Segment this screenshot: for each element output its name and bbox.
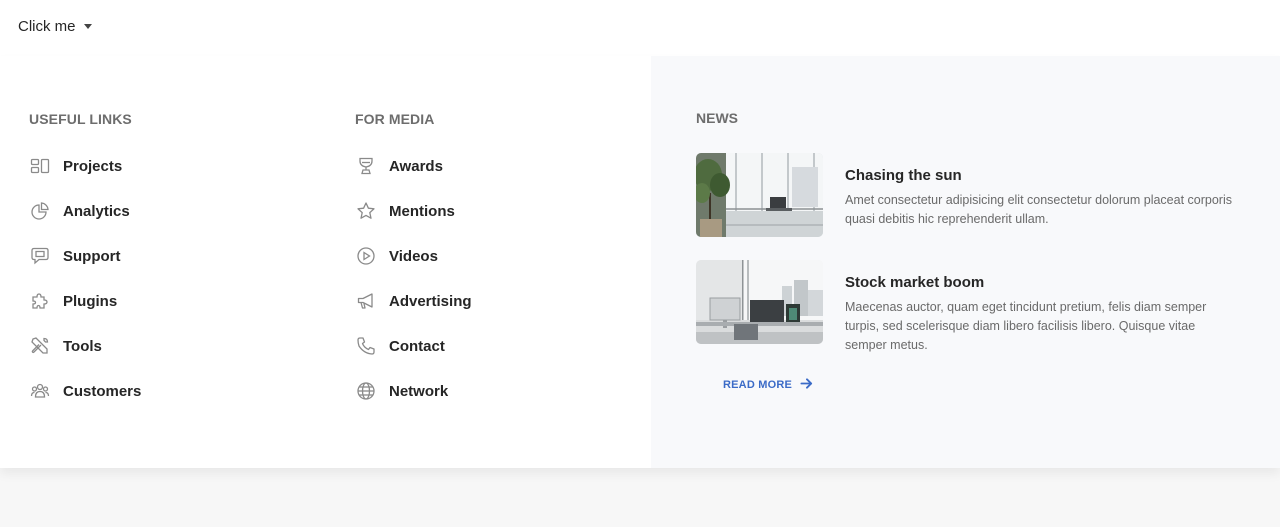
news-excerpt: Maecenas auctor, quam eget tincidunt pre…	[845, 300, 1207, 352]
link-label: Awards	[389, 157, 443, 175]
play-circle-icon	[355, 246, 376, 267]
news-section: NEWS Chasing the sun Amet consectetur ad…	[651, 56, 1280, 468]
tools-icon	[29, 336, 50, 357]
news-thumbnail-office-plant[interactable]	[696, 153, 823, 237]
projects-icon	[29, 156, 50, 177]
news-item: Chasing the sun Amet consectetur adipisi…	[696, 153, 1235, 237]
link-label: Analytics	[63, 202, 130, 220]
read-more-link[interactable]: READ MORE	[723, 377, 813, 393]
mega-menu-panel: USEFUL LINKS Projects Analytics Support …	[0, 56, 1280, 468]
for-media-title: FOR MEDIA	[355, 111, 435, 127]
link-contact[interactable]: Contact	[355, 335, 472, 357]
link-label: Network	[389, 382, 449, 400]
megaphone-icon	[355, 291, 376, 312]
link-network[interactable]: Network	[355, 380, 472, 402]
news-excerpt: Amet consectetur adipisicing elit consec…	[845, 193, 1232, 226]
chat-icon	[29, 246, 50, 267]
link-awards[interactable]: Awards	[355, 155, 472, 177]
link-label: Tools	[63, 337, 102, 355]
link-label: Support	[63, 247, 121, 265]
link-tools[interactable]: Tools	[29, 335, 141, 357]
link-label: Advertising	[389, 292, 472, 310]
news-title: NEWS	[696, 110, 738, 126]
caret-down-icon	[83, 24, 92, 29]
star-icon	[355, 201, 376, 222]
useful-links-title: USEFUL LINKS	[29, 111, 132, 127]
top-bar: Click me	[0, 0, 1280, 56]
links-section: USEFUL LINKS Projects Analytics Support …	[0, 56, 651, 468]
link-plugins[interactable]: Plugins	[29, 290, 141, 312]
trophy-icon	[355, 156, 376, 177]
users-icon	[29, 381, 50, 402]
news-headline[interactable]: Chasing the sun	[845, 167, 1235, 185]
useful-links-column: USEFUL LINKS Projects Analytics Support …	[29, 110, 141, 425]
for-media-column: FOR MEDIA Awards Mentions Videos Adverti…	[355, 110, 472, 425]
link-label: Mentions	[389, 202, 455, 220]
link-videos[interactable]: Videos	[355, 245, 472, 267]
puzzle-icon	[29, 291, 50, 312]
link-mentions[interactable]: Mentions	[355, 200, 472, 222]
link-support[interactable]: Support	[29, 245, 141, 267]
news-headline[interactable]: Stock market boom	[845, 274, 1235, 292]
link-label: Customers	[63, 382, 142, 400]
dropdown-trigger[interactable]: Click me	[18, 18, 92, 35]
link-label: Videos	[389, 247, 438, 265]
link-label: Projects	[63, 157, 123, 175]
news-item: Stock market boom Maecenas auctor, quam …	[696, 260, 1235, 355]
link-advertising[interactable]: Advertising	[355, 290, 472, 312]
read-more-label: READ MORE	[723, 379, 793, 391]
arrow-right-icon	[800, 377, 813, 393]
dropdown-trigger-label: Click me	[18, 18, 76, 35]
link-label: Plugins	[63, 292, 118, 310]
pie-chart-icon	[29, 201, 50, 222]
globe-icon	[355, 381, 376, 402]
link-analytics[interactable]: Analytics	[29, 200, 141, 222]
link-projects[interactable]: Projects	[29, 155, 141, 177]
news-thumbnail-office-desk[interactable]	[696, 260, 823, 344]
link-customers[interactable]: Customers	[29, 380, 141, 402]
link-label: Contact	[389, 337, 445, 355]
phone-icon	[355, 336, 376, 357]
